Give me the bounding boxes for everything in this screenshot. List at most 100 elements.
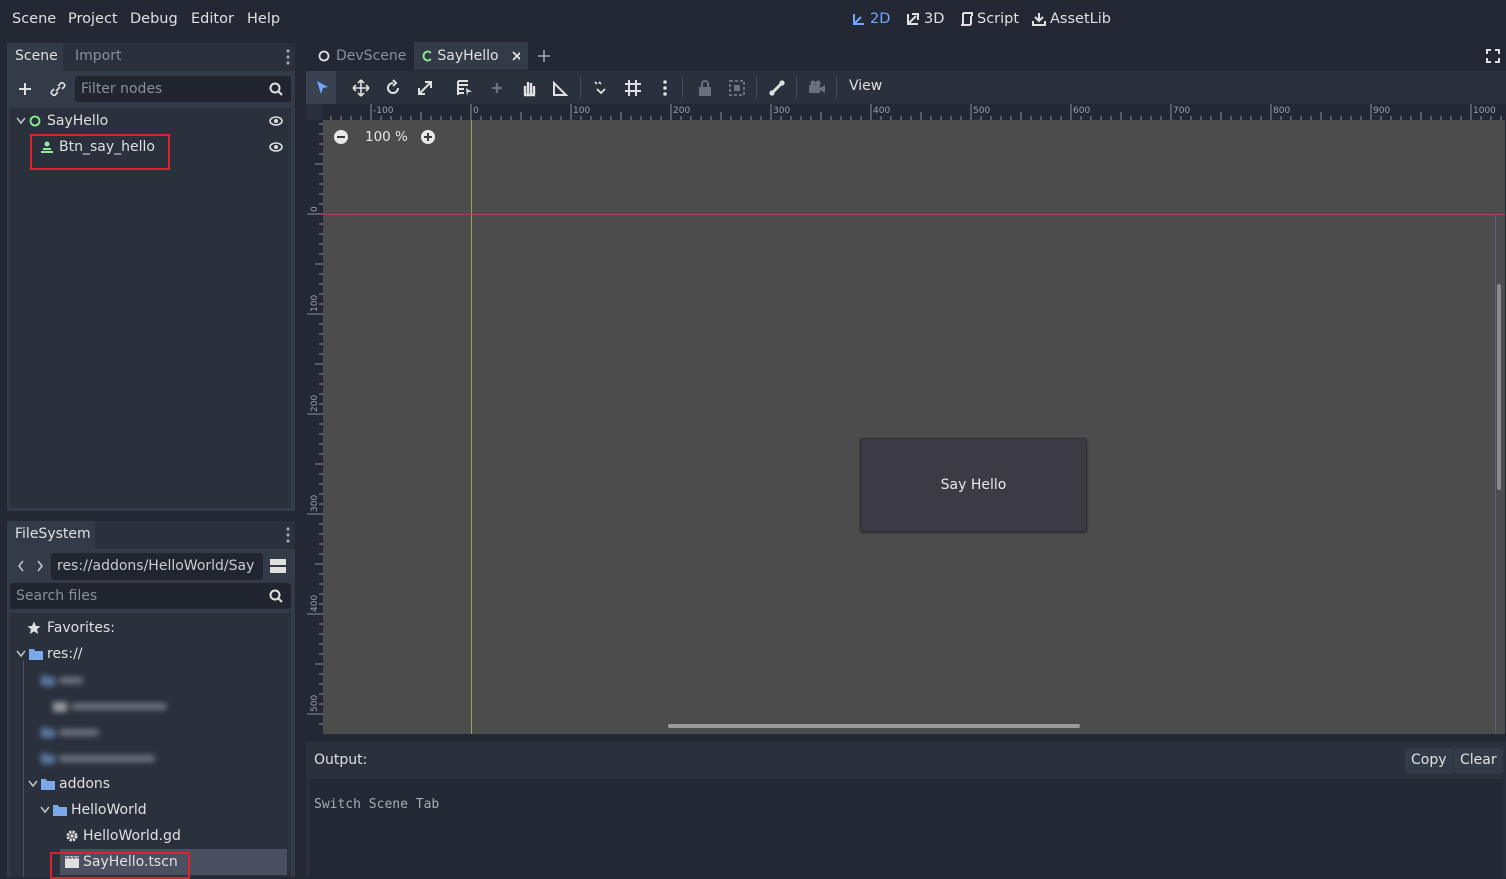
workspace-2d-button[interactable]: 2D xyxy=(852,11,890,27)
redacted-text xyxy=(59,729,99,736)
horizontal-scrollbar[interactable] xyxy=(668,724,1080,728)
helloworld-label: HelloWorld xyxy=(71,802,147,818)
rotate-tool-icon[interactable] xyxy=(384,79,402,97)
canvas-viewport[interactable]: -100 0 100 200 300 400 500 600 700 800 900 1000 0 10… xyxy=(307,104,1505,734)
root-label: res:// xyxy=(47,646,83,662)
group-icon[interactable] xyxy=(728,79,746,97)
toolbar-separator xyxy=(796,77,797,98)
workspace-assetlib-button[interactable]: AssetLib xyxy=(1032,11,1111,27)
vertical-ruler: 0 100 200 300 400 500 xyxy=(307,104,323,734)
search-icon xyxy=(269,82,283,96)
zoom-in-icon[interactable] xyxy=(420,129,436,145)
path-text: res://addons/HelloWorld/Say xyxy=(57,558,255,574)
chevron-down-icon[interactable] xyxy=(28,780,38,788)
smart-snap-icon[interactable] xyxy=(592,79,610,97)
workspace-assetlib-label: AssetLib xyxy=(1050,11,1111,27)
output-log[interactable]: Switch Scene Tab xyxy=(309,779,1503,877)
select-tool-icon[interactable] xyxy=(314,79,332,97)
move-tool-icon[interactable] xyxy=(352,79,370,97)
workspace-3d-button[interactable]: 3D xyxy=(906,11,944,27)
forward-arrow-icon[interactable] xyxy=(36,560,44,572)
tab-import[interactable]: Import xyxy=(67,43,131,71)
menu-editor[interactable]: Editor xyxy=(191,11,234,27)
dock-menu-icon[interactable] xyxy=(285,526,291,544)
pivot-icon[interactable] xyxy=(488,79,506,97)
say-hello-button-preview[interactable]: Say Hello xyxy=(860,438,1087,532)
menu-help[interactable]: Help xyxy=(247,11,280,27)
menu-scene[interactable]: Scene xyxy=(12,11,56,27)
folder-icon xyxy=(41,753,55,764)
clear-button[interactable]: Clear xyxy=(1454,748,1503,774)
menu-debug[interactable]: Debug xyxy=(130,11,178,27)
zoom-out-icon[interactable] xyxy=(333,129,349,145)
redacted-text xyxy=(59,677,83,684)
tree-node-sayhello[interactable]: SayHello xyxy=(10,108,291,134)
tab-scene[interactable]: Scene xyxy=(7,43,63,71)
zoom-level[interactable]: 100 % xyxy=(365,129,408,145)
file-gd-label: HelloWorld.gd xyxy=(83,828,181,844)
ruler-icon[interactable] xyxy=(552,79,570,97)
ruler-label: -100 xyxy=(373,106,394,116)
list-select-icon[interactable] xyxy=(456,79,474,97)
search-files-input[interactable]: Search files xyxy=(10,583,291,609)
chevron-down-icon[interactable] xyxy=(40,806,50,814)
copy-button[interactable]: Copy xyxy=(1405,748,1453,774)
filter-nodes-input[interactable]: Filter nodes xyxy=(75,76,291,102)
view-menu[interactable]: View xyxy=(849,78,882,94)
visibility-eye-icon[interactable] xyxy=(269,142,283,152)
grid-snap-icon[interactable] xyxy=(624,79,642,97)
filter-placeholder: Filter nodes xyxy=(81,81,163,97)
camera-override-icon[interactable] xyxy=(808,79,826,97)
scene-dock: Scene Import Filter nodes SayHello Btn_s… xyxy=(7,43,295,511)
filesystem-dock: FileSystem res://addons/HelloWorld/Say S… xyxy=(7,521,295,877)
node-label: SayHello xyxy=(47,113,109,129)
dock-menu-icon[interactable] xyxy=(285,48,291,66)
back-arrow-icon[interactable] xyxy=(17,560,25,572)
favorites-label: Favorites: xyxy=(47,620,115,636)
chevron-down-icon[interactable] xyxy=(16,117,26,125)
star-icon xyxy=(27,621,41,634)
ruler-label: 300 xyxy=(773,106,790,116)
horizontal-ruler: -100 0 100 200 300 400 500 600 700 800 900 1000 xyxy=(307,104,1505,120)
node-circle-icon xyxy=(29,115,41,127)
ruler-label: 100 xyxy=(573,106,590,116)
ruler-label: 900 xyxy=(1373,106,1390,116)
redacted-text xyxy=(71,703,167,710)
chevron-down-icon[interactable] xyxy=(16,650,26,658)
visibility-eye-icon[interactable] xyxy=(269,116,283,126)
ruler-label: 800 xyxy=(1273,106,1290,116)
menu-project[interactable]: Project xyxy=(68,11,118,27)
add-node-icon[interactable] xyxy=(18,82,32,96)
scene-tab-devscene[interactable]: DevScene xyxy=(310,42,414,70)
tab-filesystem[interactable]: FileSystem xyxy=(7,521,95,549)
ruler-label: 400 xyxy=(873,106,890,116)
search-icon xyxy=(269,589,283,603)
toolbar-separator xyxy=(682,77,683,98)
redacted-text xyxy=(59,755,155,762)
ruler-label: 400 xyxy=(310,595,320,612)
scale-tool-icon[interactable] xyxy=(416,79,434,97)
add-tab-icon[interactable] xyxy=(537,49,551,63)
output-panel: Output: Copy Clear Switch Scene Tab xyxy=(306,742,1506,877)
ruler-ticks: -100 0 100 200 300 400 500 600 700 800 900 1000 xyxy=(330,104,1502,120)
more-options-icon[interactable] xyxy=(656,79,674,97)
path-field[interactable]: res://addons/HelloWorld/Say xyxy=(51,553,263,580)
workspace-3d-label: 3D xyxy=(924,11,945,27)
ruler-label: 100 xyxy=(310,295,320,312)
scene-tab-sayhello[interactable]: SayHello xyxy=(414,42,528,70)
output-title: Output: xyxy=(314,752,368,768)
link-icon[interactable] xyxy=(50,81,66,97)
workspace-script-label: Script xyxy=(977,11,1020,27)
workspace-script-button[interactable]: Script xyxy=(960,11,1019,27)
split-view-icon[interactable] xyxy=(270,559,286,573)
toolbar-separator xyxy=(836,77,837,98)
skeleton-bone-icon[interactable] xyxy=(768,79,786,97)
viewport-boundary xyxy=(1495,214,1496,734)
vertical-scrollbar[interactable] xyxy=(1497,284,1501,490)
scene-tab-label: SayHello xyxy=(437,48,499,64)
lock-icon[interactable] xyxy=(696,79,714,97)
highlight-box xyxy=(30,134,170,170)
pan-hand-icon[interactable] xyxy=(520,79,538,97)
close-icon[interactable] xyxy=(511,50,520,62)
fullscreen-icon[interactable] xyxy=(1486,49,1500,63)
